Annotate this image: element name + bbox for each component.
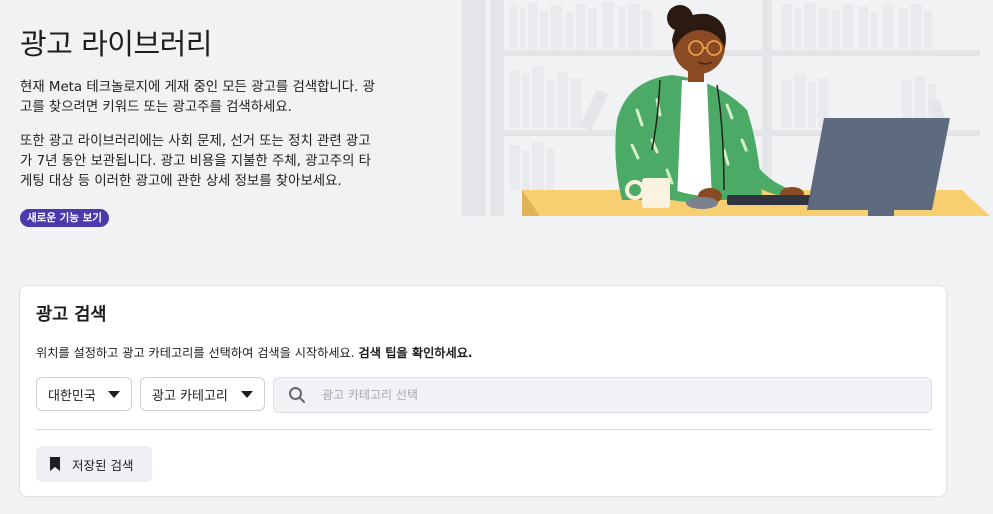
search-description: 위치를 설정하고 광고 카테고리를 선택하여 검색을 시작하세요. 검색 팁을 … xyxy=(36,343,473,361)
country-dropdown[interactable]: 대한민국 xyxy=(36,377,132,411)
search-input[interactable] xyxy=(320,387,904,403)
hero-section: 광고 라이브러리 현재 Meta 테크놀로지에 게재 중인 모든 광고를 검색합… xyxy=(20,24,382,227)
category-dropdown[interactable]: 광고 카테고리 xyxy=(140,377,265,411)
saved-search-label: 저장된 검색 xyxy=(72,457,134,473)
country-dropdown-label: 대한민국 xyxy=(48,388,96,404)
saved-search-button[interactable]: 저장된 검색 xyxy=(36,446,152,482)
bookmark-icon xyxy=(50,457,60,471)
search-description-text: 위치를 설정하고 광고 카테고리를 선택하여 검색을 시작하세요. xyxy=(36,346,355,360)
search-tips-link[interactable]: 검색 팁을 확인하세요. xyxy=(359,346,473,360)
archive-paragraph: 또한 광고 라이브러리에는 사회 문제, 선거 또는 정치 관련 광고가 7년 … xyxy=(20,134,372,189)
caret-down-icon xyxy=(241,390,253,398)
search-card-title: 광고 검색 xyxy=(36,305,107,325)
card-divider xyxy=(36,429,932,430)
search-icon xyxy=(289,387,305,403)
page-title: 광고 라이브러리 xyxy=(20,27,212,61)
hero-illustration xyxy=(462,0,993,216)
intro-paragraph: 현재 Meta 테크놀로지에 게재 중인 모든 광고를 검색합니다. 광고를 찾… xyxy=(20,80,375,115)
category-dropdown-label: 광고 카테고리 xyxy=(152,388,228,404)
new-features-badge[interactable]: 새로운 기능 보기 xyxy=(20,209,109,227)
caret-down-icon xyxy=(108,390,120,398)
ad-search-card: 광고 검색 위치를 설정하고 광고 카테고리를 선택하여 검색을 시작하세요. … xyxy=(19,285,947,497)
ad-search-box[interactable] xyxy=(273,377,932,413)
